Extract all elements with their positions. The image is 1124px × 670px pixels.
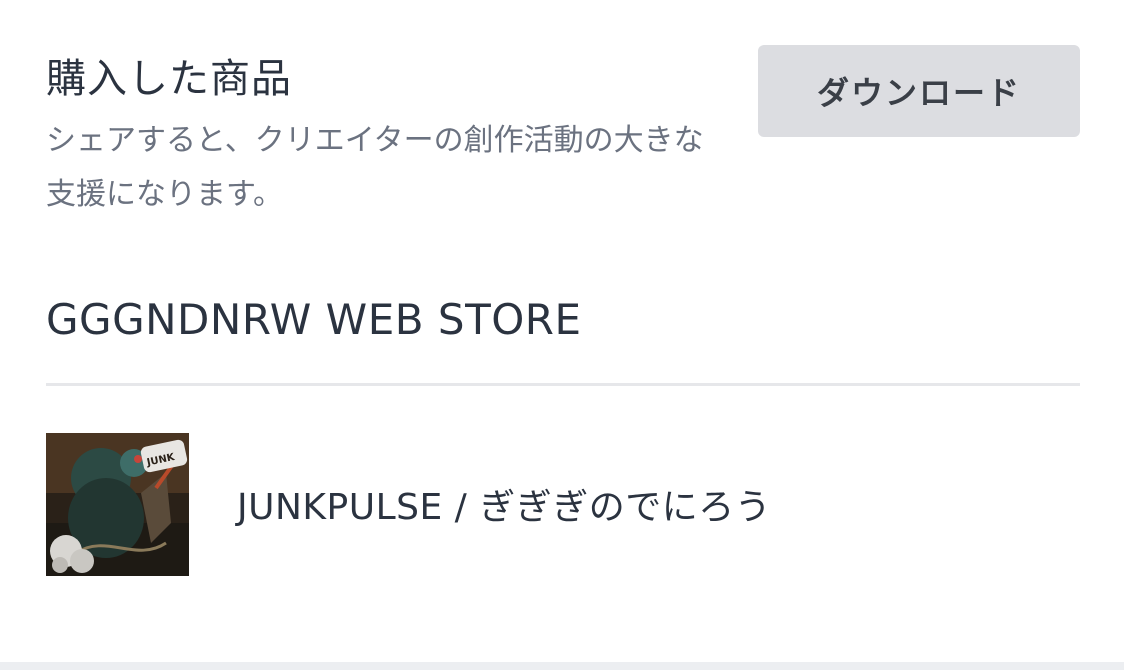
store-name[interactable]: GGGNDNRW WEB STORE [46,290,582,350]
product-item[interactable]: JUNK JUNKPULSE / ぎぎぎのでにろう [46,432,1080,576]
download-button[interactable]: ダウンロード [758,45,1080,137]
divider [46,383,1080,386]
album-cover-image[interactable]: JUNK [46,432,189,576]
share-note: シェアすると、クリエイターの創作活動の大きな支援になります。 [46,123,704,212]
purchased-header: 購入した商品 シェアすると、クリエイターの創作活動の大きな支援になります。 [46,52,726,222]
product-title[interactable]: JUNKPULSE / ぎぎぎのでにろう [237,478,771,530]
bottom-separator [0,662,1124,670]
purchased-items-page: 購入した商品 シェアすると、クリエイターの創作活動の大きな支援になります。 ダウ… [0,0,1124,670]
page-title: 購入した商品 [46,56,292,102]
